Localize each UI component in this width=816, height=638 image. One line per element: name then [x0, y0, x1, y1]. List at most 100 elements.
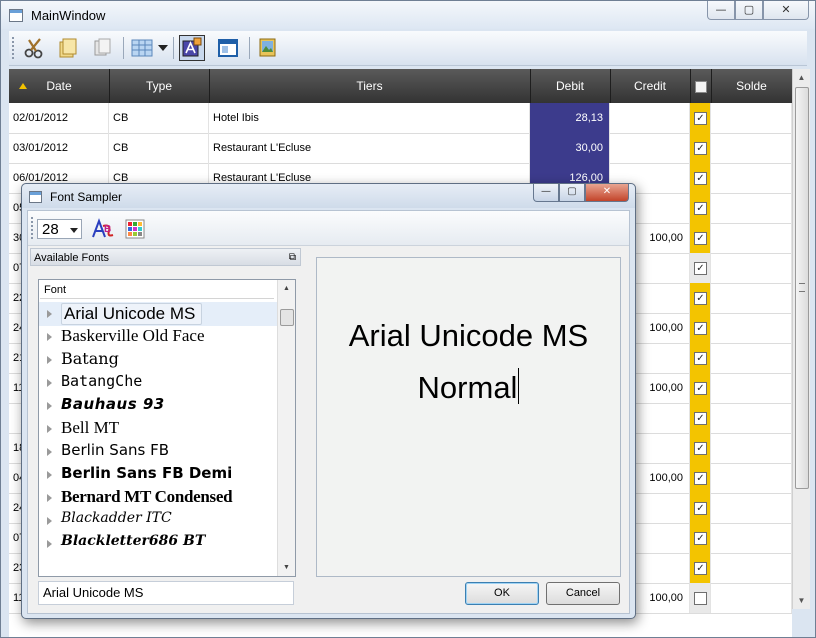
row-checkbox[interactable]: ✓	[694, 262, 707, 275]
color-palette-icon[interactable]	[122, 216, 148, 242]
expand-icon[interactable]	[47, 517, 52, 525]
cell-check[interactable]: ✓	[690, 493, 711, 523]
cell-check[interactable]: ✓	[690, 553, 711, 583]
font-list-item[interactable]: Blackadder ITC	[39, 509, 277, 533]
cell-solde[interactable]	[711, 343, 792, 373]
cell-solde[interactable]	[711, 223, 792, 253]
dropdown-arrow-icon[interactable]	[157, 35, 169, 61]
cell-solde[interactable]	[711, 493, 792, 523]
cell-solde[interactable]	[711, 133, 792, 163]
toolbar-grip[interactable]	[31, 217, 36, 239]
font-list-item[interactable]: Bell MT	[39, 417, 277, 441]
row-checkbox[interactable]: ✓	[694, 352, 707, 365]
expand-icon[interactable]	[47, 448, 52, 456]
scissors-icon[interactable]	[21, 35, 47, 61]
scroll-down-icon[interactable]: ▼	[793, 592, 810, 609]
row-checkbox[interactable]: ✓	[694, 412, 707, 425]
close-button[interactable]: ✕	[763, 1, 809, 20]
cell-solde[interactable]	[711, 193, 792, 223]
cell-solde[interactable]	[711, 283, 792, 313]
cell-tiers[interactable]: Restaurant L'Ecluse	[209, 133, 530, 163]
cell-type[interactable]: CB	[109, 103, 209, 133]
float-panel-icon[interactable]: ⧉	[289, 249, 296, 267]
font-style-icon[interactable]: B	[90, 216, 116, 242]
row-checkbox[interactable]: ✓	[694, 292, 707, 305]
row-checkbox[interactable]: ✓	[694, 202, 707, 215]
row-checkbox[interactable]: ✓	[694, 112, 707, 125]
row-checkbox[interactable]: ✓	[694, 322, 707, 335]
cell-date[interactable]: 02/01/2012	[9, 103, 109, 133]
cell-tiers[interactable]: Hotel Ibis	[209, 103, 530, 133]
font-list-item[interactable]: Berlin Sans FB	[39, 440, 277, 464]
font-list-header[interactable]: Font	[40, 281, 274, 299]
cell-check[interactable]: ✓	[690, 193, 711, 223]
row-checkbox[interactable]: ✓	[694, 172, 707, 185]
cell-check[interactable]: ✓	[690, 523, 711, 553]
scroll-up-icon[interactable]: ▲	[793, 69, 810, 86]
cell-solde[interactable]	[711, 463, 792, 493]
select-all-checkbox[interactable]	[694, 80, 707, 93]
cell-credit[interactable]	[610, 133, 690, 163]
table-row[interactable]: 02/01/2012 CB Hotel Ibis 28,13 ✓	[9, 103, 792, 134]
row-checkbox[interactable]: ✓	[694, 232, 707, 245]
cell-check[interactable]: ✓	[690, 253, 711, 283]
column-header-tiers[interactable]: Tiers	[209, 69, 531, 103]
expand-icon[interactable]	[47, 310, 52, 318]
cell-solde[interactable]	[711, 103, 792, 133]
cell-solde[interactable]	[711, 373, 792, 403]
folder-icon[interactable]	[55, 35, 81, 61]
row-checkbox[interactable]: ✓	[694, 502, 707, 515]
cell-check[interactable]: ✓	[690, 373, 711, 403]
font-list-item[interactable]: BatangChe	[39, 371, 277, 395]
cell-solde[interactable]	[711, 313, 792, 343]
expand-icon[interactable]	[47, 540, 52, 548]
cell-check[interactable]: ✓	[690, 223, 711, 253]
expand-icon[interactable]	[47, 379, 52, 387]
window-icon[interactable]	[215, 35, 241, 61]
maximize-button[interactable]: ▢	[735, 1, 763, 20]
font-list-item[interactable]: Blackletter686 BT	[39, 532, 277, 556]
cell-check[interactable]: ✓	[690, 403, 711, 433]
cell-solde[interactable]	[711, 403, 792, 433]
toolbar-grip[interactable]	[12, 37, 17, 59]
font-sampler-icon[interactable]	[179, 35, 205, 61]
column-header-solde[interactable]: Solde	[711, 69, 792, 103]
row-checkbox[interactable]: ✓	[694, 562, 707, 575]
row-checkbox[interactable]: ✓	[694, 442, 707, 455]
expand-icon[interactable]	[47, 333, 52, 341]
column-header-debit[interactable]: Debit	[530, 69, 611, 103]
scroll-down-icon[interactable]: ▼	[278, 559, 295, 576]
font-list-item[interactable]: Bernard MT Condensed	[39, 486, 277, 510]
font-list-item[interactable]: Berlin Sans FB Demi	[39, 463, 277, 487]
font-list-item[interactable]: Baskerville Old Face	[39, 325, 277, 349]
expand-icon[interactable]	[47, 402, 52, 410]
cell-check[interactable]: ✓	[690, 163, 711, 193]
row-checkbox[interactable]: ✓	[694, 142, 707, 155]
cell-check[interactable]: ✓	[690, 343, 711, 373]
cell-check[interactable]: ✓	[690, 133, 711, 163]
dialog-maximize-button[interactable]: ▢	[559, 184, 585, 202]
cell-check[interactable]: ✓	[690, 103, 711, 133]
dialog-close-button[interactable]: ✕	[585, 184, 629, 202]
cell-type[interactable]: CB	[109, 133, 209, 163]
grid-vertical-scrollbar[interactable]: ▲ ▼	[792, 69, 810, 609]
row-checkbox[interactable]: ✓	[694, 532, 707, 545]
font-list-item[interactable]: Arial Unicode MS	[39, 302, 277, 326]
font-list-item[interactable]: Bauhaus 93	[39, 394, 277, 418]
selected-font-field[interactable]: Arial Unicode MS	[38, 581, 294, 605]
grid-view-icon[interactable]	[129, 35, 155, 61]
cell-solde[interactable]	[711, 163, 792, 193]
row-checkbox[interactable]: ✓	[694, 472, 707, 485]
cell-debit[interactable]: 30,00	[530, 133, 610, 163]
scroll-thumb[interactable]	[280, 309, 294, 326]
cell-solde[interactable]	[711, 583, 792, 613]
minimize-button[interactable]: —	[707, 1, 735, 20]
row-checkbox[interactable]: ✓	[694, 382, 707, 395]
column-header-date[interactable]: Date	[9, 69, 110, 103]
column-header-check[interactable]	[690, 69, 712, 103]
scroll-up-icon[interactable]: ▲	[278, 280, 295, 297]
font-list[interactable]: Font Arial Unicode MS Baskerville Old Fac…	[38, 279, 296, 577]
copy-icon[interactable]	[89, 35, 115, 61]
ok-button[interactable]: OK	[465, 582, 539, 605]
cell-check[interactable]: ✓	[690, 283, 711, 313]
